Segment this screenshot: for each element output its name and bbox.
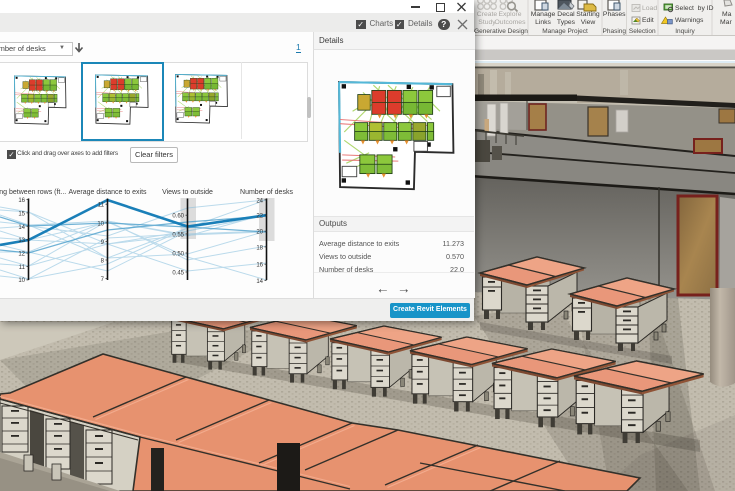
svg-text:10: 10 — [97, 221, 104, 227]
svg-text:0.55: 0.55 — [172, 232, 184, 238]
svg-text:Views to outside: Views to outside — [162, 189, 213, 196]
svg-text:18: 18 — [256, 245, 263, 251]
svg-text:7: 7 — [101, 277, 105, 283]
svg-text:12: 12 — [18, 252, 25, 258]
svg-text:Average distance to exits: Average distance to exits — [68, 189, 147, 196]
svg-text:11: 11 — [19, 265, 26, 271]
svg-text:0.60: 0.60 — [172, 214, 184, 220]
svg-text:0.45: 0.45 — [172, 271, 184, 277]
svg-text:11: 11 — [98, 203, 105, 209]
svg-text:Spacing between rows (ft...: Spacing between rows (ft... — [0, 189, 66, 196]
svg-text:14: 14 — [256, 279, 263, 285]
svg-text:20: 20 — [256, 230, 263, 236]
svg-text:22: 22 — [256, 214, 263, 220]
svg-text:10: 10 — [18, 278, 25, 284]
svg-text:0.50: 0.50 — [172, 252, 184, 258]
svg-text:15: 15 — [18, 211, 25, 217]
svg-text:Number of desks: Number of desks — [240, 189, 293, 196]
svg-text:16: 16 — [18, 198, 25, 204]
svg-text:24: 24 — [256, 198, 263, 204]
svg-text:16: 16 — [256, 263, 263, 269]
svg-text:14: 14 — [18, 225, 25, 231]
svg-text:8: 8 — [101, 259, 105, 265]
svg-text:13: 13 — [18, 238, 25, 244]
